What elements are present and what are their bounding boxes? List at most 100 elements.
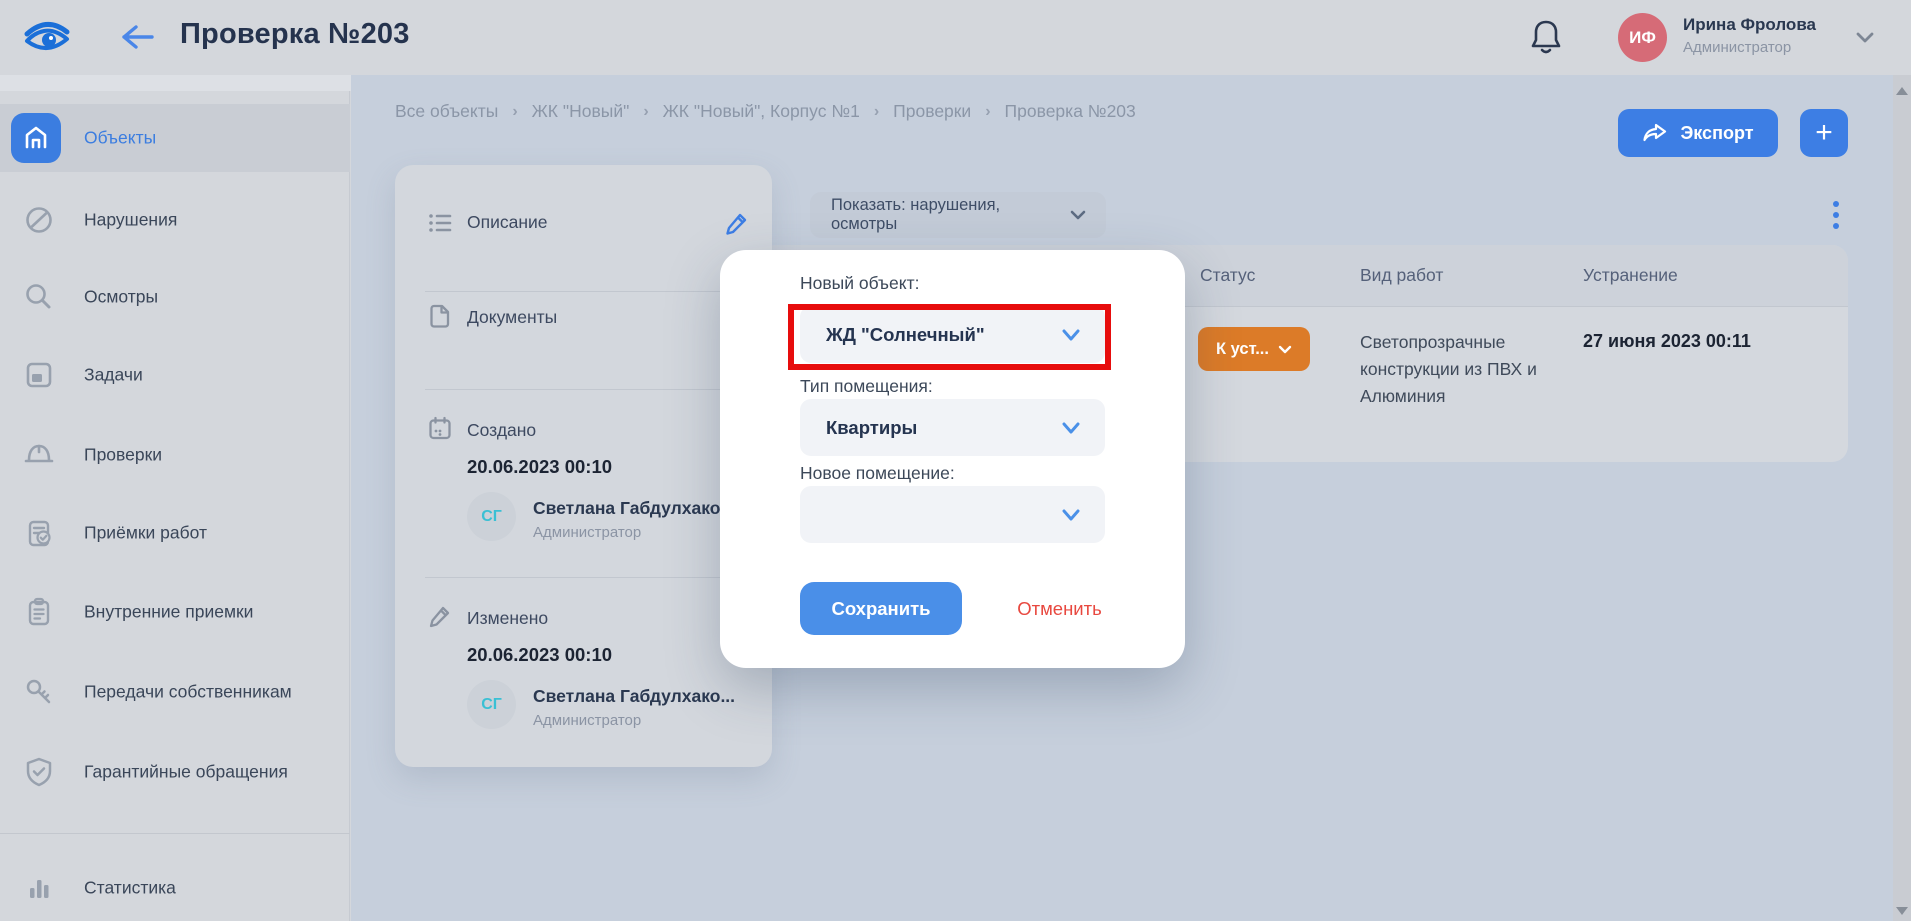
breadcrumb-item[interactable]: Все объекты	[395, 101, 498, 122]
modified-user-avatar: СГ	[467, 680, 516, 729]
sidebar-item-label: Проверки	[84, 445, 162, 466]
chevron-down-icon	[1059, 419, 1083, 437]
hard-hat-icon	[22, 438, 56, 472]
room-type-label: Тип помещения:	[800, 376, 933, 397]
sidebar-item-label: Передачи собственникам	[84, 682, 292, 703]
show-filter-dropdown[interactable]: Показать: нарушения, осмотры	[810, 192, 1106, 238]
ban-icon	[22, 203, 56, 237]
sidebar-item-internal-acceptance[interactable]: Внутренние приемки	[0, 580, 350, 644]
card-divider	[425, 577, 745, 578]
new-object-select[interactable]: ЖД "Солнечный"	[800, 306, 1105, 363]
chevron-down-icon	[1059, 506, 1083, 524]
modified-user-role: Администратор	[533, 712, 641, 729]
description-label: Описание	[467, 212, 548, 233]
status-label: К уст...	[1216, 340, 1269, 359]
sidebar-item-violations[interactable]: Нарушения	[0, 188, 350, 252]
sidebar-item-label: Внутренние приемки	[84, 602, 253, 623]
documents-label[interactable]: Документы	[467, 307, 557, 328]
home-icon	[11, 113, 61, 163]
sidebar-item-label: Нарушения	[84, 210, 177, 231]
user-role: Администратор	[1683, 39, 1791, 56]
new-room-select[interactable]	[800, 486, 1105, 543]
breadcrumb-separator: ›	[985, 103, 990, 121]
modified-user-name: Светлана Габдулхако...	[533, 686, 747, 707]
breadcrumb: Все объекты › ЖК "Новый" › ЖК "Новый", К…	[395, 101, 1136, 122]
page-title: Проверка №203	[180, 18, 410, 51]
user-name: Ирина Фролова	[1683, 15, 1816, 35]
scroll-up-arrow-icon[interactable]	[1896, 87, 1908, 95]
created-user-name: Светлана Габдулхако	[533, 498, 747, 519]
sidebar-item-objects[interactable]: Объекты	[0, 104, 350, 172]
clipboard-icon	[22, 595, 56, 629]
sidebar-divider	[0, 833, 350, 834]
sidebar-item-checks[interactable]: Проверки	[0, 423, 350, 487]
sidebar: Объекты Нарушения Осмотры	[0, 91, 350, 921]
user-avatar[interactable]: ИФ	[1618, 13, 1667, 62]
notifications-bell-icon[interactable]	[1525, 16, 1567, 60]
header: Проверка №203 ИФ Ирина Фролова Администр…	[0, 0, 1911, 75]
tasks-icon	[22, 358, 56, 392]
app-logo-eye-icon[interactable]	[22, 14, 72, 60]
show-filter-label: Показать: нарушения, осмотры	[831, 196, 1068, 234]
user-menu-chevron-icon[interactable]	[1852, 26, 1878, 48]
sidebar-item-tasks[interactable]: Задачи	[0, 343, 350, 407]
new-room-label: Новое помещение:	[800, 463, 955, 484]
breadcrumb-separator: ›	[643, 103, 648, 121]
sidebar-item-label: Приёмки работ	[84, 523, 207, 544]
sidebar-item-label: Задачи	[84, 365, 143, 386]
created-label: Создано	[467, 420, 536, 441]
card-divider	[425, 291, 745, 292]
breadcrumb-separator: ›	[512, 103, 517, 121]
column-header-work-type: Вид работ	[1360, 265, 1443, 286]
sidebar-item-inspections[interactable]: Осмотры	[0, 265, 350, 329]
breadcrumb-item[interactable]: ЖК "Новый", Корпус №1	[663, 101, 860, 122]
export-button-label: Экспорт	[1680, 123, 1753, 144]
export-button[interactable]: Экспорт	[1618, 109, 1778, 157]
key-icon	[22, 675, 56, 709]
room-type-value: Квартиры	[826, 417, 1059, 439]
move-object-modal: Новый объект: ЖД "Солнечный" Тип помещен…	[720, 250, 1185, 668]
room-type-select[interactable]: Квартиры	[800, 399, 1105, 456]
document-icon	[427, 303, 453, 329]
sidebar-item-label: Осмотры	[84, 287, 158, 308]
sidebar-item-work-acceptance[interactable]: Приёмки работ	[0, 501, 350, 565]
breadcrumb-separator: ›	[874, 103, 879, 121]
new-object-label: Новый объект:	[800, 273, 919, 294]
created-user-avatar: СГ	[467, 492, 516, 541]
inspection-info-card: Описание Документы	[395, 165, 772, 767]
chevron-down-icon	[1059, 326, 1083, 344]
sidebar-item-label: Статистика	[84, 878, 176, 899]
kebab-menu-icon[interactable]	[1825, 195, 1847, 235]
search-icon	[22, 280, 56, 314]
sidebar-item-owner-handover[interactable]: Передачи собственникам	[0, 660, 350, 724]
shield-check-icon	[22, 755, 56, 789]
breadcrumb-item-current: Проверка №203	[1005, 101, 1136, 122]
status-dropdown-button[interactable]: К уст...	[1198, 327, 1310, 371]
back-button[interactable]	[116, 20, 158, 54]
resolution-date-cell: 27 июня 2023 00:11	[1583, 331, 1751, 352]
sidebar-item-label: Объекты	[84, 128, 156, 149]
new-object-value: ЖД "Солнечный"	[826, 324, 1059, 346]
app-root: Проверка №203 ИФ Ирина Фролова Администр…	[0, 0, 1911, 921]
scroll-down-arrow-icon[interactable]	[1896, 907, 1908, 915]
cancel-button[interactable]: Отменить	[992, 582, 1127, 635]
vertical-scrollbar[interactable]	[1893, 75, 1911, 921]
breadcrumb-item[interactable]: Проверки	[893, 101, 971, 122]
chevron-down-icon	[1278, 344, 1292, 355]
edit-description-pencil-icon[interactable]	[723, 209, 751, 237]
save-button[interactable]: Сохранить	[800, 582, 962, 635]
work-type-cell: Светопрозрачные конструкции из ПВХ и Алю…	[1360, 329, 1568, 410]
clipboard-check-icon	[22, 516, 56, 550]
calendar-icon	[427, 415, 453, 441]
modified-date: 20.06.2023 00:10	[467, 644, 612, 666]
modified-label: Изменено	[467, 608, 548, 629]
breadcrumb-item[interactable]: ЖК "Новый"	[532, 101, 630, 122]
card-divider	[425, 389, 745, 390]
sidebar-item-statistics[interactable]: Статистика	[0, 856, 350, 920]
column-header-status: Статус	[1200, 265, 1255, 286]
pencil-icon	[427, 603, 453, 629]
column-header-resolution: Устранение	[1583, 265, 1678, 286]
add-button[interactable]: +	[1800, 109, 1848, 157]
created-date: 20.06.2023 00:10	[467, 456, 612, 478]
sidebar-item-warranty[interactable]: Гарантийные обращения	[0, 740, 350, 804]
